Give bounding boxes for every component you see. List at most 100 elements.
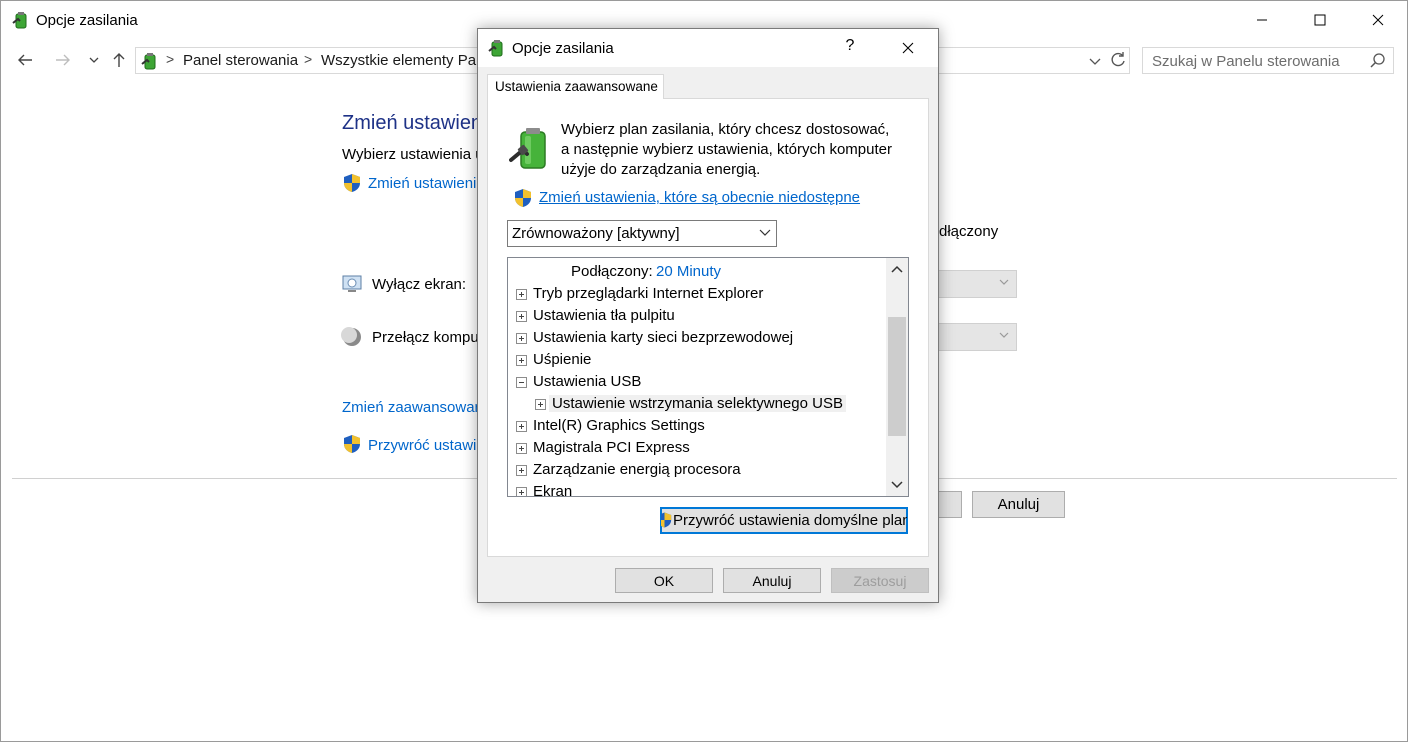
page-title: Zmień ustawieni: [342, 112, 487, 134]
scroll-up-button[interactable]: [886, 258, 908, 280]
maximize-icon: [1314, 14, 1326, 26]
page-subtitle: Wybierz ustawienia u: [342, 146, 484, 163]
settings-tree[interactable]: Podłączony: 20 Minuty Tryb przeglądarki …: [507, 257, 909, 497]
power-options-icon: [488, 40, 503, 57]
address-dropdown-icon[interactable]: [1086, 52, 1104, 70]
plugged-in-column-header: dłączony: [939, 223, 999, 240]
setting-value-row[interactable]: Podłączony: 20 Minuty: [508, 261, 886, 283]
tree-item-label: Ustawienia tła pulpitu: [533, 307, 675, 324]
plugged-in-value[interactable]: 20 Minuty: [656, 263, 721, 280]
expand-icon[interactable]: [516, 421, 527, 432]
apply-button[interactable]: Zastosuj: [831, 568, 929, 593]
restore-defaults-link[interactable]: Przywróć ustawie: [368, 437, 485, 454]
chevron-up-icon: [891, 265, 903, 273]
tree-item[interactable]: Ustawienia tła pulpitu: [508, 305, 886, 327]
breadcrumb-separator-icon: >: [304, 51, 313, 67]
up-arrow-icon: [113, 53, 125, 67]
cancel-button[interactable]: Anuluj: [723, 568, 821, 593]
expand-icon[interactable]: [516, 289, 527, 300]
window-title: Opcje zasilania: [36, 12, 138, 29]
power-plan-value: Zrównoważony [aktywny]: [512, 225, 680, 242]
tree-item[interactable]: Ustawienie wstrzymania selektywnego USB: [508, 393, 886, 415]
chevron-down-icon: [999, 279, 1009, 285]
expand-icon[interactable]: [516, 355, 527, 366]
close-button[interactable]: [1349, 1, 1407, 39]
expand-icon[interactable]: [535, 399, 546, 410]
maximize-button[interactable]: [1291, 1, 1349, 39]
breadcrumb-control-panel[interactable]: Panel sterowania: [183, 52, 298, 69]
dialog-close-button[interactable]: [892, 36, 924, 60]
minimize-button[interactable]: [1233, 1, 1291, 39]
intro-text: Wybierz plan zasilania, który chcesz dos…: [561, 120, 901, 180]
restore-plan-defaults-button[interactable]: Przywróć ustawienia domyślne plan: [660, 507, 908, 534]
expand-icon[interactable]: [516, 311, 527, 322]
expand-icon[interactable]: [516, 443, 527, 454]
breadcrumb-all-items[interactable]: Wszystkie elementy Pane: [321, 52, 493, 69]
sleep-label: Przełącz komput: [372, 329, 483, 346]
tree-item[interactable]: Ekran: [508, 481, 886, 496]
turn-off-display-label: Wyłącz ekran:: [372, 276, 467, 293]
tree-item[interactable]: Intel(R) Graphics Settings: [508, 415, 886, 437]
breadcrumb-separator-icon: >: [166, 51, 175, 67]
tree-item[interactable]: Tryb przeglądarki Internet Explorer: [508, 283, 886, 305]
dialog-title-bar: Opcje zasilania ?: [478, 29, 938, 67]
plugged-in-label: Podłączony:: [571, 263, 653, 280]
tree-item[interactable]: Uśpienie: [508, 349, 886, 371]
back-button[interactable]: [14, 49, 36, 71]
back-arrow-icon: [18, 54, 32, 66]
tree-item-label: Tryb przeglądarki Internet Explorer: [533, 285, 764, 302]
restore-plan-defaults-label: Przywróć ustawienia domyślne plan: [673, 512, 908, 529]
tree-scrollbar[interactable]: [886, 258, 908, 496]
bg-cancel-button[interactable]: Anuluj: [972, 491, 1065, 518]
control-panel-icon: [141, 53, 156, 70]
sleep-moon-icon: [341, 327, 361, 346]
tree-item-label: Uśpienie: [533, 351, 592, 368]
chevron-down-icon: [759, 229, 771, 236]
minimize-icon: [1257, 19, 1267, 21]
intro-line: użyje do zarządzania energią.: [561, 161, 761, 178]
tree-item[interactable]: Ustawienia USB: [508, 371, 886, 393]
change-unavailable-settings-link[interactable]: Zmień ustawienia, które są obecnie niedo…: [539, 189, 860, 206]
search-icon[interactable]: [1369, 52, 1387, 70]
tree-item-label: Ustawienie wstrzymania selektywnego USB: [549, 395, 846, 412]
scroll-thumb[interactable]: [888, 317, 906, 436]
chevron-down-icon: [89, 57, 99, 63]
search-placeholder: Szukaj w Panelu sterowania: [1152, 53, 1340, 70]
tree-item-label: Magistrala PCI Express: [533, 439, 690, 456]
tree-item[interactable]: Ustawienia karty sieci bezprzewodowej: [508, 327, 886, 349]
change-settings-link[interactable]: Zmień ustawienia: [368, 175, 485, 192]
tree-item-label: Ustawienia USB: [533, 373, 642, 390]
expand-icon[interactable]: [516, 333, 527, 344]
power-options-dialog: Opcje zasilania ? Ustawienia zaawansowan…: [477, 28, 939, 603]
recent-locations-button[interactable]: [83, 49, 105, 71]
expand-icon[interactable]: [516, 465, 527, 476]
power-plan-select[interactable]: Zrównoważony [aktywny]: [507, 220, 777, 247]
chevron-down-icon: [891, 481, 903, 489]
forward-arrow-icon: [56, 54, 70, 66]
uac-shield-icon: [344, 435, 360, 453]
tree-item[interactable]: Magistrala PCI Express: [508, 437, 886, 459]
tree-item-label: Zarządzanie energią procesora: [533, 461, 741, 478]
up-button[interactable]: [108, 49, 130, 71]
ok-button[interactable]: OK: [615, 568, 713, 593]
tree-item-label: Ustawienia karty sieci bezprzewodowej: [533, 329, 794, 346]
display-icon: [342, 275, 362, 292]
tab-advanced-settings[interactable]: Ustawienia zaawansowane: [487, 74, 664, 99]
dialog-title: Opcje zasilania: [512, 40, 614, 57]
collapse-icon[interactable]: [516, 377, 527, 388]
forward-button[interactable]: [52, 49, 74, 71]
scroll-down-button[interactable]: [886, 474, 908, 496]
chevron-down-icon: [999, 332, 1009, 338]
close-icon: [1372, 14, 1384, 26]
search-input[interactable]: Szukaj w Panelu sterowania: [1142, 47, 1394, 74]
tree-item[interactable]: Zarządzanie energią procesora: [508, 459, 886, 481]
close-icon: [902, 42, 914, 54]
refresh-icon[interactable]: [1108, 50, 1128, 70]
help-button[interactable]: ?: [838, 37, 862, 59]
tree-item-label: Intel(R) Graphics Settings: [533, 417, 705, 434]
uac-shield-icon: [661, 512, 672, 528]
advanced-settings-link[interactable]: Zmień zaawansowan: [342, 399, 483, 416]
intro-line: a następnie wybierz ustawienia, których …: [561, 141, 892, 158]
expand-icon[interactable]: [516, 487, 527, 496]
battery-plug-icon: [509, 128, 546, 169]
